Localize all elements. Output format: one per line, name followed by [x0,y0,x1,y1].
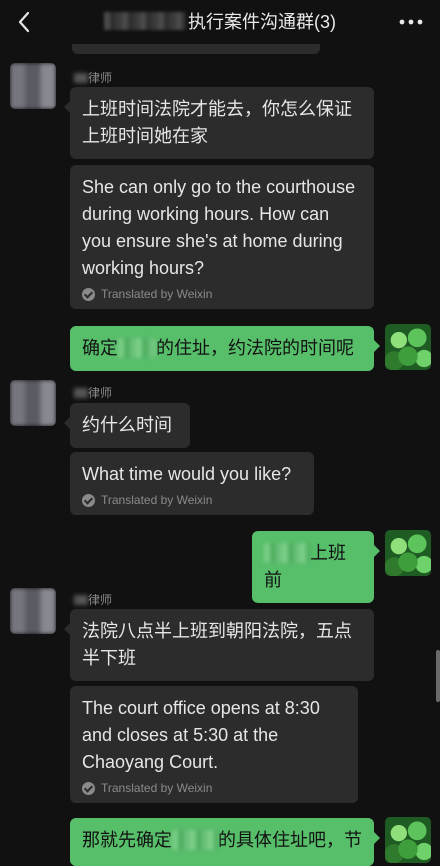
avatar[interactable] [10,588,56,634]
chat-header: 执行案件沟通群(3) [0,0,440,44]
translation-bubble[interactable]: What time would you like? Translated by … [70,452,314,515]
sender-name: 律师 [74,385,112,401]
translation-footer: Translated by Weixin [82,780,346,796]
message-bubble-outgoing[interactable]: 上班前 [252,531,380,603]
more-dots-icon [399,19,423,25]
sender-name: 律师 [74,70,112,86]
more-button[interactable] [396,8,426,36]
chat-title: 执行案件沟通群(3) [0,10,440,34]
translation-bubble[interactable]: She can only go to the courthouse during… [70,165,374,309]
translation-footer: Translated by Weixin [82,286,362,302]
redacted-block [104,12,186,30]
chat-title-text: 执行案件沟通群(3) [188,12,336,32]
message-bubble-outgoing[interactable]: 那就先确定 的具体住址吧，节 [70,818,380,866]
redacted-block [118,338,156,358]
translation-bubble[interactable]: The court office opens at 8:30 and close… [70,686,358,803]
message-bubble-outgoing[interactable]: 确定 的住址，约法院的时间呢 [70,326,380,371]
translation-text: The court office opens at 8:30 and close… [82,698,320,772]
my-avatar[interactable] [385,324,431,370]
translation-text: What time would you like? [82,464,292,484]
message-text: 上班时间法院才能去，你怎么保证上班时间她在家 [82,99,352,146]
scrollbar[interactable] [436,650,440,702]
sender-name: 律师 [74,592,112,608]
check-circle-icon [82,781,95,795]
avatar[interactable] [10,380,56,426]
message-text: 法院八点半上班到朝阳法院，五点半下班 [82,621,352,668]
redacted-block [172,830,218,850]
message-text: 约什么时间 [82,415,172,435]
my-avatar[interactable] [385,530,431,576]
my-avatar[interactable] [385,817,431,863]
redacted-block [264,543,310,563]
translation-footer: Translated by Weixin [82,492,302,508]
translation-text: She can only go to the courthouse during… [82,177,356,278]
check-circle-icon [82,493,95,507]
message-bubble[interactable]: 上班时间法院才能去，你怎么保证上班时间她在家 [64,87,374,159]
check-circle-icon [82,287,95,301]
message-bubble[interactable]: 法院八点半上班到朝阳法院，五点半下班 [64,609,374,681]
message-bubble[interactable]: 约什么时间 [64,403,190,448]
avatar[interactable] [10,63,56,109]
